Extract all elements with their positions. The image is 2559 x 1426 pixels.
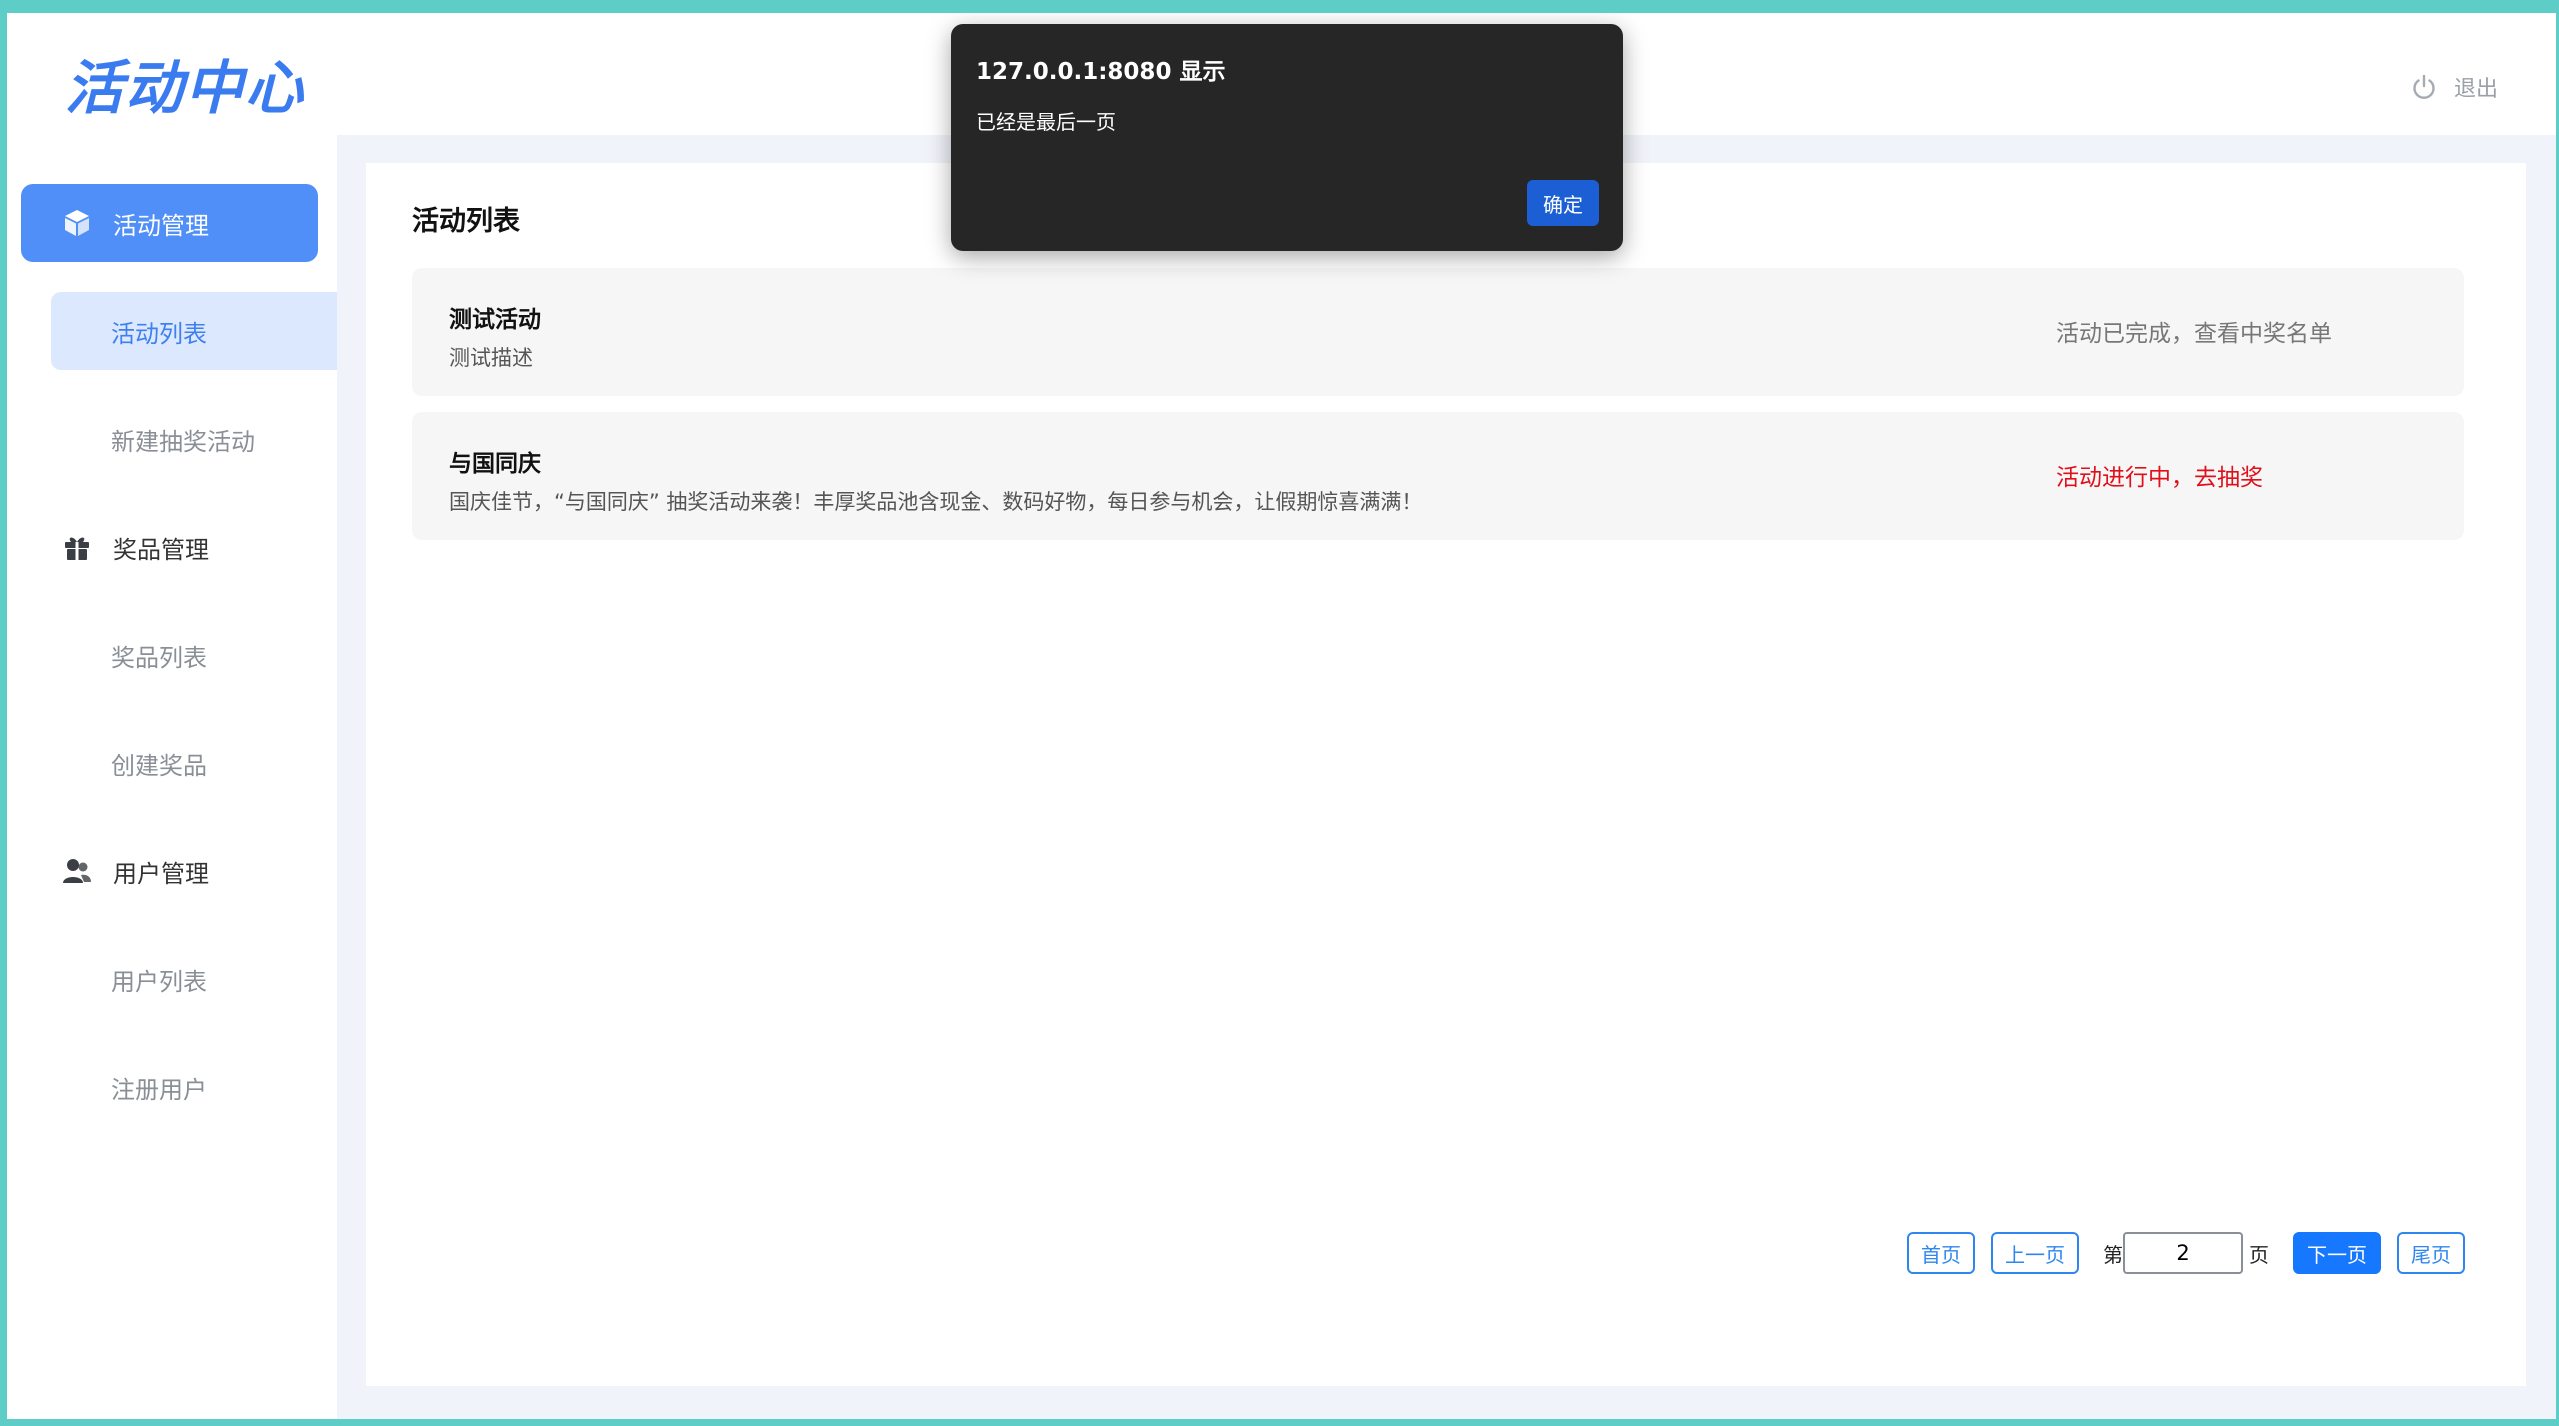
logout-label: 退出 <box>2453 77 2498 102</box>
next-page-button[interactable]: 下一页 <box>2293 1232 2381 1274</box>
page-suffix-label: 页 <box>2249 1242 2269 1267</box>
first-page-button[interactable]: 首页 <box>1907 1232 1975 1274</box>
prev-page-button[interactable]: 上一页 <box>1991 1232 2079 1274</box>
main-area: 活动列表 测试活动 测试描述 活动已完成，查看中奖名单 与国同庆 国庆佳节，“与… <box>337 135 2556 1419</box>
activity-description: 国庆佳节，“与国同庆” 抽奖活动来袭！丰厚奖品池含现金、数码好物，每日参与机会，… <box>449 490 1423 514</box>
pagination: 首页 上一页 第 页 下一页 尾页 <box>1907 1232 2465 1274</box>
sidebar-item-label: 活动列表 <box>111 319 207 348</box>
sidebar-item-create-prize[interactable]: 创建奖品 <box>51 724 337 802</box>
sidebar-item-register-user[interactable]: 注册用户 <box>51 1048 337 1126</box>
sidebar-group-label: 奖品管理 <box>113 535 209 564</box>
sidebar-item-label: 注册用户 <box>111 1075 207 1104</box>
sidebar-group-label: 用户管理 <box>113 859 209 888</box>
dialog-message: 已经是最后一页 <box>976 110 1116 134</box>
logout-button[interactable]: 退出 <box>2410 71 2498 103</box>
sidebar-group-prize[interactable]: 奖品管理 <box>21 508 318 586</box>
gift-icon <box>61 531 93 563</box>
sidebar-item-label: 创建奖品 <box>111 751 207 780</box>
activity-name: 测试活动 <box>449 307 541 333</box>
cube-icon <box>61 207 93 239</box>
sidebar: 活动管理 活动列表 新建抽奖活动 奖品管理 奖品列表 创建奖品 用户管理 用户列… <box>7 135 337 1419</box>
sidebar-item-label: 新建抽奖活动 <box>111 427 255 456</box>
dialog-origin: 127.0.0.1:8080 显示 <box>976 59 1226 85</box>
browser-viewport: 活动中心 退出 活动管理 活动列表 新建抽奖活动 奖品管理 奖品列表 创建奖品 … <box>7 13 2556 1419</box>
sidebar-group-activity[interactable]: 活动管理 <box>21 184 318 262</box>
activity-status-link[interactable]: 活动进行中，去抽奖 <box>2056 458 2263 492</box>
activity-description: 测试描述 <box>449 346 533 370</box>
sidebar-group-label: 活动管理 <box>113 211 209 240</box>
activity-name: 与国同庆 <box>449 451 541 477</box>
sidebar-group-user[interactable]: 用户管理 <box>21 832 318 910</box>
users-icon <box>61 855 93 887</box>
sidebar-item-new-lottery[interactable]: 新建抽奖活动 <box>51 400 337 478</box>
alert-dialog: 127.0.0.1:8080 显示 已经是最后一页 确定 <box>951 24 1623 251</box>
page-number-input[interactable] <box>2123 1232 2243 1274</box>
activity-item[interactable]: 与国同庆 国庆佳节，“与国同庆” 抽奖活动来袭！丰厚奖品池含现金、数码好物，每日… <box>412 412 2464 540</box>
app-logo: 活动中心 <box>65 54 306 122</box>
last-page-button[interactable]: 尾页 <box>2397 1232 2465 1274</box>
sidebar-item-prize-list[interactable]: 奖品列表 <box>51 616 337 694</box>
sidebar-item-user-list[interactable]: 用户列表 <box>51 940 337 1018</box>
dialog-ok-button[interactable]: 确定 <box>1527 180 1599 226</box>
power-icon <box>2410 73 2438 101</box>
activity-status-link[interactable]: 活动已完成，查看中奖名单 <box>2056 314 2332 348</box>
page-prefix-label: 第 <box>2103 1242 2123 1267</box>
sidebar-item-label: 奖品列表 <box>111 643 207 672</box>
activity-item[interactable]: 测试活动 测试描述 活动已完成，查看中奖名单 <box>412 268 2464 396</box>
sidebar-item-label: 用户列表 <box>111 967 207 996</box>
page-title: 活动列表 <box>412 206 520 237</box>
sidebar-item-activity-list[interactable]: 活动列表 <box>51 292 337 370</box>
content-card: 活动列表 测试活动 测试描述 活动已完成，查看中奖名单 与国同庆 国庆佳节，“与… <box>366 163 2526 1386</box>
